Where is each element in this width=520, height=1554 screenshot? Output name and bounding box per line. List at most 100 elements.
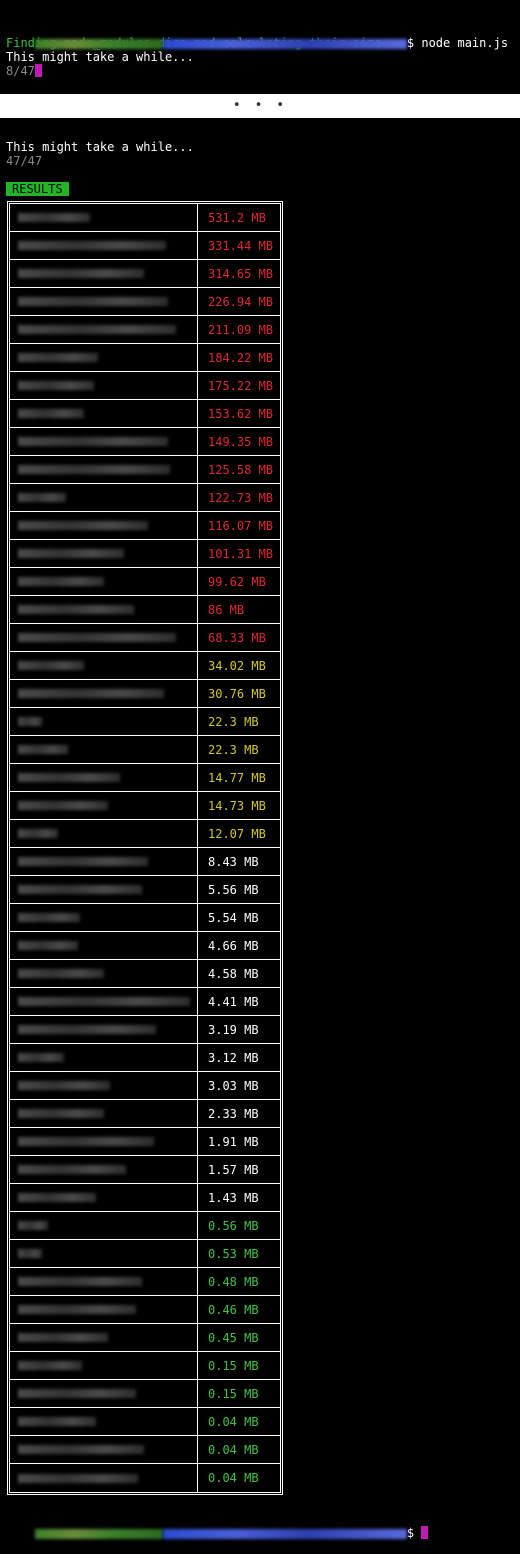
table-row: 1.43 MB	[10, 1184, 280, 1212]
redacted-dir-name	[18, 353, 98, 362]
redacted-dir-name	[18, 1277, 142, 1286]
size-cell: 314.65 MB	[208, 266, 274, 281]
redacted-dir-name	[18, 1305, 136, 1314]
size-cell: 8.43 MB	[208, 854, 259, 869]
dir-name-cell	[10, 428, 198, 455]
dir-name-cell	[10, 484, 198, 511]
size-cell: 149.35 MB	[208, 434, 274, 449]
size-cell: 2.33 MB	[208, 1106, 259, 1121]
size-cell: 226.94 MB	[208, 294, 274, 309]
redacted-dir-name	[18, 1165, 126, 1174]
redacted-dir-name	[18, 1417, 96, 1426]
dir-name-cell	[10, 988, 198, 1015]
dir-name-cell	[10, 540, 198, 567]
dir-name-cell	[10, 1184, 198, 1211]
size-cell: 1.57 MB	[208, 1162, 259, 1177]
table-row: 30.76 MB	[10, 680, 280, 708]
dir-name-cell	[10, 260, 198, 287]
table-row: 331.44 MB	[10, 232, 280, 260]
redacted-dir-name	[18, 549, 124, 558]
dir-name-cell	[10, 1464, 198, 1492]
redacted-dir-name	[18, 213, 90, 222]
dir-name-cell	[10, 876, 198, 903]
size-cell: 0.53 MB	[208, 1246, 259, 1261]
redacted-dir-name	[18, 773, 120, 782]
dir-name-cell	[10, 1156, 198, 1183]
divider-ellipsis: • • •	[232, 98, 288, 113]
size-cell: 0.46 MB	[208, 1302, 259, 1317]
size-cell: 5.54 MB	[208, 910, 259, 925]
redacted-path	[162, 38, 407, 49]
table-row: 0.56 MB	[10, 1212, 280, 1240]
size-cell: 4.41 MB	[208, 994, 259, 1009]
table-row: 0.48 MB	[10, 1268, 280, 1296]
dir-name-cell	[10, 1408, 198, 1435]
dir-name-cell	[10, 1072, 198, 1099]
cursor	[421, 1526, 429, 1539]
table-row: 0.04 MB	[10, 1408, 280, 1436]
redacted-dir-name	[18, 913, 80, 922]
table-row: 5.54 MB	[10, 904, 280, 932]
redacted-dir-name	[18, 1053, 64, 1062]
redacted-dir-name	[18, 437, 168, 446]
redacted-dir-name	[18, 1109, 104, 1118]
dir-name-cell	[10, 1240, 198, 1267]
dir-name-cell	[10, 820, 198, 847]
table-row: 34.02 MB	[10, 652, 280, 680]
dir-name-cell	[10, 1128, 198, 1155]
dir-name-cell	[10, 1044, 198, 1071]
dir-name-cell	[10, 1380, 198, 1407]
size-cell: 331.44 MB	[208, 238, 274, 253]
redacted-dir-name	[18, 941, 78, 950]
dir-name-cell	[10, 400, 198, 427]
redacted-dir-name	[18, 829, 58, 838]
table-row: 4.58 MB	[10, 960, 280, 988]
table-row: 8.43 MB	[10, 848, 280, 876]
table-row: 22.3 MB	[10, 736, 280, 764]
size-cell: 1.43 MB	[208, 1190, 259, 1205]
table-row: 211.09 MB	[10, 316, 280, 344]
dir-name-cell	[10, 764, 198, 791]
size-cell: 4.66 MB	[208, 938, 259, 953]
size-cell: 3.19 MB	[208, 1022, 259, 1037]
dir-name-cell	[10, 932, 198, 959]
size-cell: 1.91 MB	[208, 1134, 259, 1149]
table-row: 122.73 MB	[10, 484, 280, 512]
table-row: 175.22 MB	[10, 372, 280, 400]
redacted-dir-name	[18, 969, 104, 978]
redacted-dir-name	[18, 857, 148, 866]
dir-name-cell	[10, 344, 198, 371]
table-row: 314.65 MB	[10, 260, 280, 288]
size-cell: 184.22 MB	[208, 350, 274, 365]
dir-name-cell	[10, 456, 198, 483]
redacted-dir-name	[18, 1361, 82, 1370]
redacted-path	[162, 1528, 407, 1539]
table-row: 101.31 MB	[10, 540, 280, 568]
dir-name-cell	[10, 596, 198, 623]
redacted-dir-name	[18, 885, 142, 894]
dir-name-cell	[10, 1100, 198, 1127]
dir-name-cell	[10, 204, 198, 231]
redacted-dir-name	[18, 1333, 108, 1342]
redacted-dir-name	[18, 409, 84, 418]
redacted-dir-name	[18, 1445, 144, 1454]
final-prompt: $	[6, 1512, 429, 1540]
redacted-dir-name	[18, 381, 94, 390]
redacted-dir-name	[18, 577, 104, 586]
redacted-dir-name	[18, 297, 168, 306]
table-row: 5.56 MB	[10, 876, 280, 904]
dir-name-cell	[10, 1436, 198, 1463]
table-row: 116.07 MB	[10, 512, 280, 540]
table-row: 531.2 MB	[10, 204, 280, 232]
table-row: 0.15 MB	[10, 1352, 280, 1380]
redacted-dir-name	[18, 745, 68, 754]
size-cell: 0.04 MB	[208, 1442, 259, 1457]
results-badge: RESULTS	[6, 182, 69, 196]
table-row: 3.19 MB	[10, 1016, 280, 1044]
table-row: 3.12 MB	[10, 1044, 280, 1072]
size-cell: 0.15 MB	[208, 1358, 259, 1373]
size-cell: 0.04 MB	[208, 1414, 259, 1429]
table-row: 4.41 MB	[10, 988, 280, 1016]
dir-name-cell	[10, 372, 198, 399]
size-cell: 101.31 MB	[208, 546, 274, 561]
